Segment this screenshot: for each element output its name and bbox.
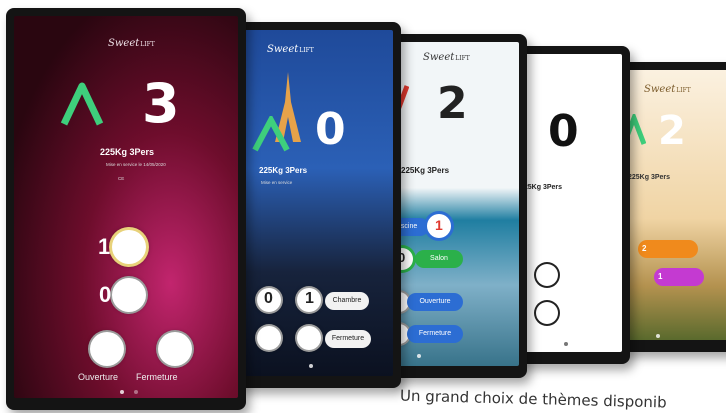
- floor-number: 2: [437, 78, 468, 129]
- tablet-screen: SweetLIFT 3 225Kg 3Pers Mise en service …: [14, 16, 238, 398]
- page-dot: [120, 390, 124, 394]
- floor-number: 3: [142, 72, 180, 135]
- floor-number: 0: [315, 104, 346, 155]
- tablet-white-theme: 0 225Kg 3Pers: [512, 46, 630, 364]
- tablet-screen: SweetLIFT 2 225Kg 3Pers 2 1: [624, 70, 726, 340]
- up-arrow-icon: [60, 82, 104, 126]
- door-open-label: Ouverture: [407, 293, 463, 311]
- floor-number: 2: [658, 108, 686, 154]
- page-dot: [656, 334, 660, 338]
- service-notice: Mise en service: [261, 180, 293, 185]
- floor-1-button[interactable]: 1: [427, 214, 451, 238]
- floor-1-button[interactable]: 1: [654, 268, 704, 286]
- tablet-red-theme: SweetLIFT 3 225Kg 3Pers Mise en service …: [6, 8, 246, 410]
- floor-1-button[interactable]: 1: [297, 288, 321, 312]
- page-dot: [309, 364, 313, 368]
- page-dot: [417, 354, 421, 358]
- door-close-label: Fermeture: [407, 325, 463, 343]
- door-open-label: Ouverture: [78, 372, 119, 382]
- page-dot: [134, 390, 138, 394]
- ce-mark: CE: [118, 176, 125, 181]
- capacity-label: 225Kg 3Pers: [100, 147, 155, 157]
- floor-0-button[interactable]: 0: [99, 278, 146, 312]
- page-dot: [564, 342, 568, 346]
- up-arrow-icon: [252, 116, 290, 152]
- tablet-screen: SweetLIFT 2 225Kg 3Pers Piscine 1 0 Salo…: [393, 42, 519, 366]
- floor-button[interactable]: [536, 264, 558, 286]
- tablet-screen: SweetLIFT 0 225Kg 3Pers Mise en service …: [243, 30, 393, 376]
- capacity-label: 225Kg 3Pers: [628, 174, 671, 181]
- brand-logo: SweetLIFT: [267, 44, 314, 55]
- capacity-label: 225Kg 3Pers: [401, 166, 450, 175]
- brand-logo: SweetLIFT: [108, 38, 155, 49]
- service-notice: Mise en service le 14/05/2020: [106, 162, 166, 167]
- floor-1-button[interactable]: 1: [98, 230, 146, 264]
- door-close-button[interactable]: [297, 326, 321, 350]
- tablet-golden-theme: SweetLIFT 2 225Kg 3Pers 2 1: [616, 62, 726, 352]
- door-close-label: Fermeture: [136, 372, 178, 382]
- door-close-label: Fermeture: [325, 330, 371, 348]
- door-open-button[interactable]: [257, 326, 281, 350]
- floor-2-button[interactable]: 2: [638, 240, 698, 258]
- tablet-ocean-theme: SweetLIFT 2 225Kg 3Pers Piscine 1 0 Salo…: [385, 34, 527, 378]
- floor-number: 0: [548, 106, 579, 157]
- brand-logo: SweetLIFT: [423, 52, 470, 63]
- floor-button-label-salon[interactable]: Salon: [415, 250, 463, 268]
- door-button[interactable]: [536, 302, 558, 324]
- floor-label-chambre[interactable]: Chambre: [325, 292, 369, 310]
- brand-logo: SweetLIFT: [644, 84, 691, 95]
- themes-caption: Un grand choix de thèmes disponib: [399, 386, 667, 412]
- tablet-screen: 0 225Kg 3Pers: [520, 54, 622, 352]
- floor-0-button[interactable]: 0: [257, 288, 281, 312]
- tablet-paris-theme: SweetLIFT 0 225Kg 3Pers Mise en service …: [235, 22, 401, 388]
- door-open-button[interactable]: [90, 332, 124, 366]
- capacity-label: 225Kg 3Pers: [259, 166, 308, 175]
- door-close-button[interactable]: [158, 332, 192, 366]
